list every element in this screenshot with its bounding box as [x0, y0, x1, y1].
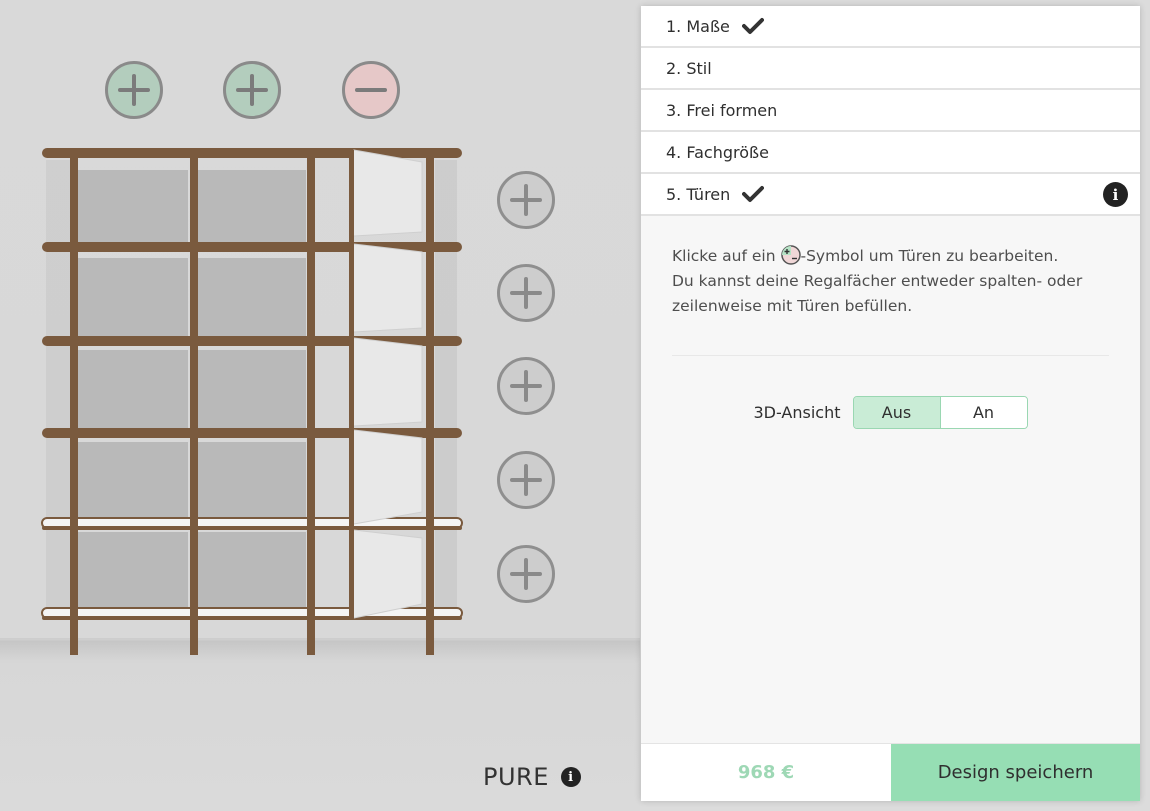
add-row-button-3[interactable] [497, 357, 555, 415]
product-line: PURE i [483, 763, 581, 791]
product-line-name: PURE [483, 763, 549, 791]
step-label: 3. Frei formen [666, 100, 778, 120]
step-label: 2. Stil [666, 58, 712, 78]
step-free-form[interactable]: 3. Frei formen [641, 90, 1140, 132]
price-display: 968 € [641, 744, 891, 801]
step-label: 1. Maße [666, 16, 730, 36]
add-row-button-4[interactable] [497, 451, 555, 509]
doors-description: Klicke auf ein -Symbol um Türen zu bearb… [641, 216, 1140, 319]
plus-icon [510, 370, 542, 402]
add-row-button-5[interactable] [497, 545, 555, 603]
step-label: 5. Türen [666, 184, 731, 204]
divider [672, 355, 1109, 356]
add-row-button-1[interactable] [497, 171, 555, 229]
view-toggle[interactable]: Aus An [852, 396, 1028, 429]
step-label: 4. Fachgröße [666, 142, 769, 162]
plus-icon [118, 74, 150, 106]
doors[interactable] [349, 149, 423, 620]
step-style[interactable]: 2. Stil [641, 48, 1140, 90]
step-compartment-size[interactable]: 4. Fachgröße [641, 132, 1140, 174]
step-dimensions[interactable]: 1. Maße [641, 6, 1140, 48]
plus-icon [510, 184, 542, 216]
toggle-option-off[interactable]: Aus [853, 397, 941, 428]
add-column-button-2[interactable] [223, 61, 281, 119]
save-design-button[interactable]: Design speichern [891, 744, 1140, 801]
info-icon[interactable]: i [560, 767, 581, 787]
add-row-button-2[interactable] [497, 264, 555, 322]
plus-icon [510, 464, 542, 496]
panel-footer: 968 € Design speichern [641, 743, 1140, 801]
shelf-preview[interactable] [40, 140, 470, 660]
description-text: -Symbol um Türen zu bearbeiten. [800, 247, 1059, 265]
remove-column-button-3[interactable] [342, 61, 400, 119]
check-icon [741, 17, 764, 35]
step-doors[interactable]: 5. Türen i [641, 174, 1140, 216]
description-text: Klicke auf ein [672, 247, 781, 265]
check-icon [742, 185, 765, 203]
view-toggle-label: 3D-Ansicht [753, 403, 841, 422]
toggle-option-on[interactable]: An [940, 397, 1027, 428]
add-column-button-1[interactable] [105, 61, 163, 119]
plus-icon [510, 558, 542, 590]
info-icon[interactable]: i [1103, 182, 1128, 207]
plus-minus-icon [780, 245, 801, 265]
configurator-scene: PURE i [0, 0, 640, 811]
plus-icon [236, 74, 268, 106]
view-toggle-row: 3D-Ansicht Aus An [641, 396, 1140, 429]
plus-icon [510, 277, 542, 309]
description-text-2: Du kannst deine Regalfächer entweder spa… [672, 272, 1083, 315]
minus-icon [355, 88, 387, 92]
config-panel: 1. Maße 2. Stil 3. Frei formen 4. Fachgr… [641, 6, 1140, 801]
